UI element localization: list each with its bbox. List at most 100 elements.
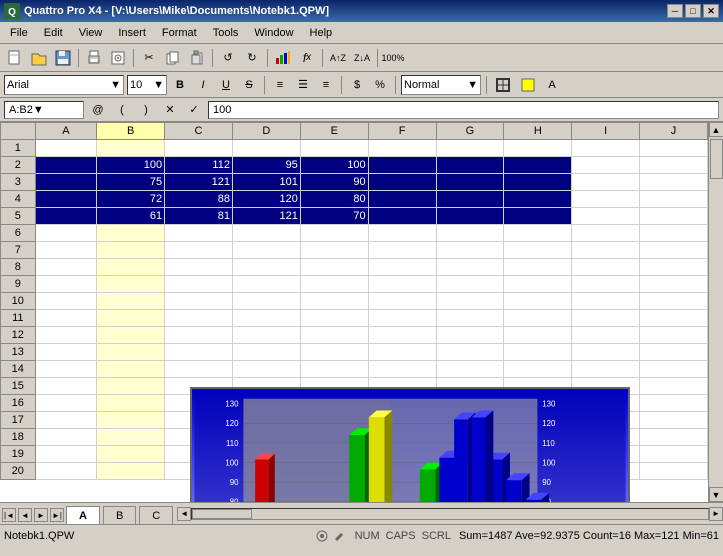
currency-button[interactable]: $	[347, 75, 367, 95]
percent-button[interactable]: %	[370, 75, 390, 95]
cell-f4[interactable]	[368, 191, 436, 208]
cell-g2[interactable]	[436, 157, 504, 174]
highlight-button[interactable]	[517, 75, 539, 95]
font-size-dropdown-icon[interactable]: ▼	[153, 79, 164, 91]
vertical-scrollbar[interactable]: ▲ ▼	[708, 122, 723, 502]
print-preview-button[interactable]	[107, 47, 129, 69]
cell-i4[interactable]	[572, 191, 640, 208]
menu-file[interactable]: File	[2, 25, 36, 41]
cell-f2[interactable]	[368, 157, 436, 174]
cell-a4[interactable]	[35, 191, 97, 208]
cell-reference-box[interactable]: A:B2 ▼	[4, 101, 84, 119]
align-center-button[interactable]: ☰	[293, 75, 313, 95]
cell-e1[interactable]	[300, 140, 368, 157]
cell-c2[interactable]: 112	[165, 157, 233, 174]
cell-a2[interactable]	[35, 157, 97, 174]
cell-d3[interactable]: 101	[232, 174, 300, 191]
cancel-entry-button[interactable]: ✕	[160, 100, 180, 120]
chart-button[interactable]	[272, 47, 294, 69]
menu-view[interactable]: View	[71, 25, 111, 41]
h-scroll-thumb[interactable]	[192, 509, 252, 519]
menu-insert[interactable]: Insert	[110, 25, 154, 41]
sheet-tab-a[interactable]: A	[66, 506, 100, 524]
tab-nav-first[interactable]: |◄	[2, 508, 16, 522]
tab-nav-prev[interactable]: ◄	[18, 508, 32, 522]
cell-b4[interactable]: 72	[97, 191, 165, 208]
embedded-chart[interactable]: 130 120 110 100 90 80 70 60 130 120 110 …	[190, 387, 630, 502]
zoom-button[interactable]: 100%	[382, 47, 404, 69]
cell-b1[interactable]	[97, 140, 165, 157]
cell-j2[interactable]	[640, 157, 708, 174]
cell-f5[interactable]	[368, 208, 436, 225]
paren-open-button[interactable]: (	[112, 100, 132, 120]
italic-button[interactable]: I	[193, 75, 213, 95]
cell-e3[interactable]: 90	[300, 174, 368, 191]
menu-window[interactable]: Window	[246, 25, 301, 41]
cell-d5[interactable]: 121	[232, 208, 300, 225]
cell-b3[interactable]: 75	[97, 174, 165, 191]
sort-asc-button[interactable]: A↑Z	[327, 47, 349, 69]
formula-input[interactable]	[208, 101, 719, 119]
scroll-track[interactable]	[709, 137, 723, 487]
cut-button[interactable]: ✂	[138, 47, 160, 69]
cell-g3[interactable]	[436, 174, 504, 191]
bold-button[interactable]: B	[170, 75, 190, 95]
cell-g4[interactable]	[436, 191, 504, 208]
close-button[interactable]: ✕	[703, 4, 719, 18]
redo-button[interactable]: ↻	[241, 47, 263, 69]
cell-h5[interactable]	[504, 208, 572, 225]
cell-i3[interactable]	[572, 174, 640, 191]
cell-j3[interactable]	[640, 174, 708, 191]
sheet-tab-c[interactable]: C	[139, 506, 173, 524]
confirm-entry-button[interactable]: ✓	[184, 100, 204, 120]
window-controls[interactable]: ─ □ ✕	[667, 4, 719, 18]
cell-g1[interactable]	[436, 140, 504, 157]
undo-button[interactable]: ↺	[217, 47, 239, 69]
cell-j5[interactable]	[640, 208, 708, 225]
open-button[interactable]	[28, 47, 50, 69]
cell-i5[interactable]	[572, 208, 640, 225]
cell-c1[interactable]	[165, 140, 233, 157]
font-name-selector[interactable]: Arial ▼	[4, 75, 124, 95]
scroll-down-button[interactable]: ▼	[709, 487, 723, 502]
menu-format[interactable]: Format	[154, 25, 205, 41]
cell-d4[interactable]: 120	[232, 191, 300, 208]
cell-h4[interactable]	[504, 191, 572, 208]
align-left-button[interactable]: ≡	[270, 75, 290, 95]
font-size-selector[interactable]: 10 ▼	[127, 75, 167, 95]
scroll-thumb[interactable]	[710, 139, 723, 179]
copy-button[interactable]	[162, 47, 184, 69]
print-button[interactable]	[83, 47, 105, 69]
font-name-dropdown-icon[interactable]: ▼	[110, 79, 121, 91]
tab-nav-next[interactable]: ►	[34, 508, 48, 522]
cell-j1[interactable]	[640, 140, 708, 157]
cell-h1[interactable]	[504, 140, 572, 157]
cell-b5[interactable]: 61	[97, 208, 165, 225]
maximize-button[interactable]: □	[685, 4, 701, 18]
cell-e4[interactable]: 80	[300, 191, 368, 208]
cell-c4[interactable]: 88	[165, 191, 233, 208]
cell-c3[interactable]: 121	[165, 174, 233, 191]
cell-a5[interactable]	[35, 208, 97, 225]
tab-nav-last[interactable]: ►|	[50, 508, 64, 522]
borders-button[interactable]	[492, 75, 514, 95]
sort-desc-button[interactable]: Z↓A	[351, 47, 373, 69]
minimize-button[interactable]: ─	[667, 4, 683, 18]
cell-d2[interactable]: 95	[232, 157, 300, 174]
cell-d1[interactable]	[232, 140, 300, 157]
h-scroll-track[interactable]	[191, 508, 709, 520]
cell-e5[interactable]: 70	[300, 208, 368, 225]
align-right-button[interactable]: ≡	[316, 75, 336, 95]
style-dropdown-icon[interactable]: ▼	[467, 79, 478, 91]
cell-h3[interactable]	[504, 174, 572, 191]
menu-help[interactable]: Help	[302, 25, 341, 41]
cell-a3[interactable]	[35, 174, 97, 191]
style-selector[interactable]: Normal ▼	[401, 75, 481, 95]
cell-f3[interactable]	[368, 174, 436, 191]
underline-button[interactable]: U	[216, 75, 236, 95]
sheet-tab-b[interactable]: B	[103, 506, 136, 524]
cell-f1[interactable]	[368, 140, 436, 157]
horizontal-scrollbar[interactable]: ◄ ►	[177, 503, 723, 524]
paste-button[interactable]	[186, 47, 208, 69]
at-sign-button[interactable]: @	[88, 100, 108, 120]
